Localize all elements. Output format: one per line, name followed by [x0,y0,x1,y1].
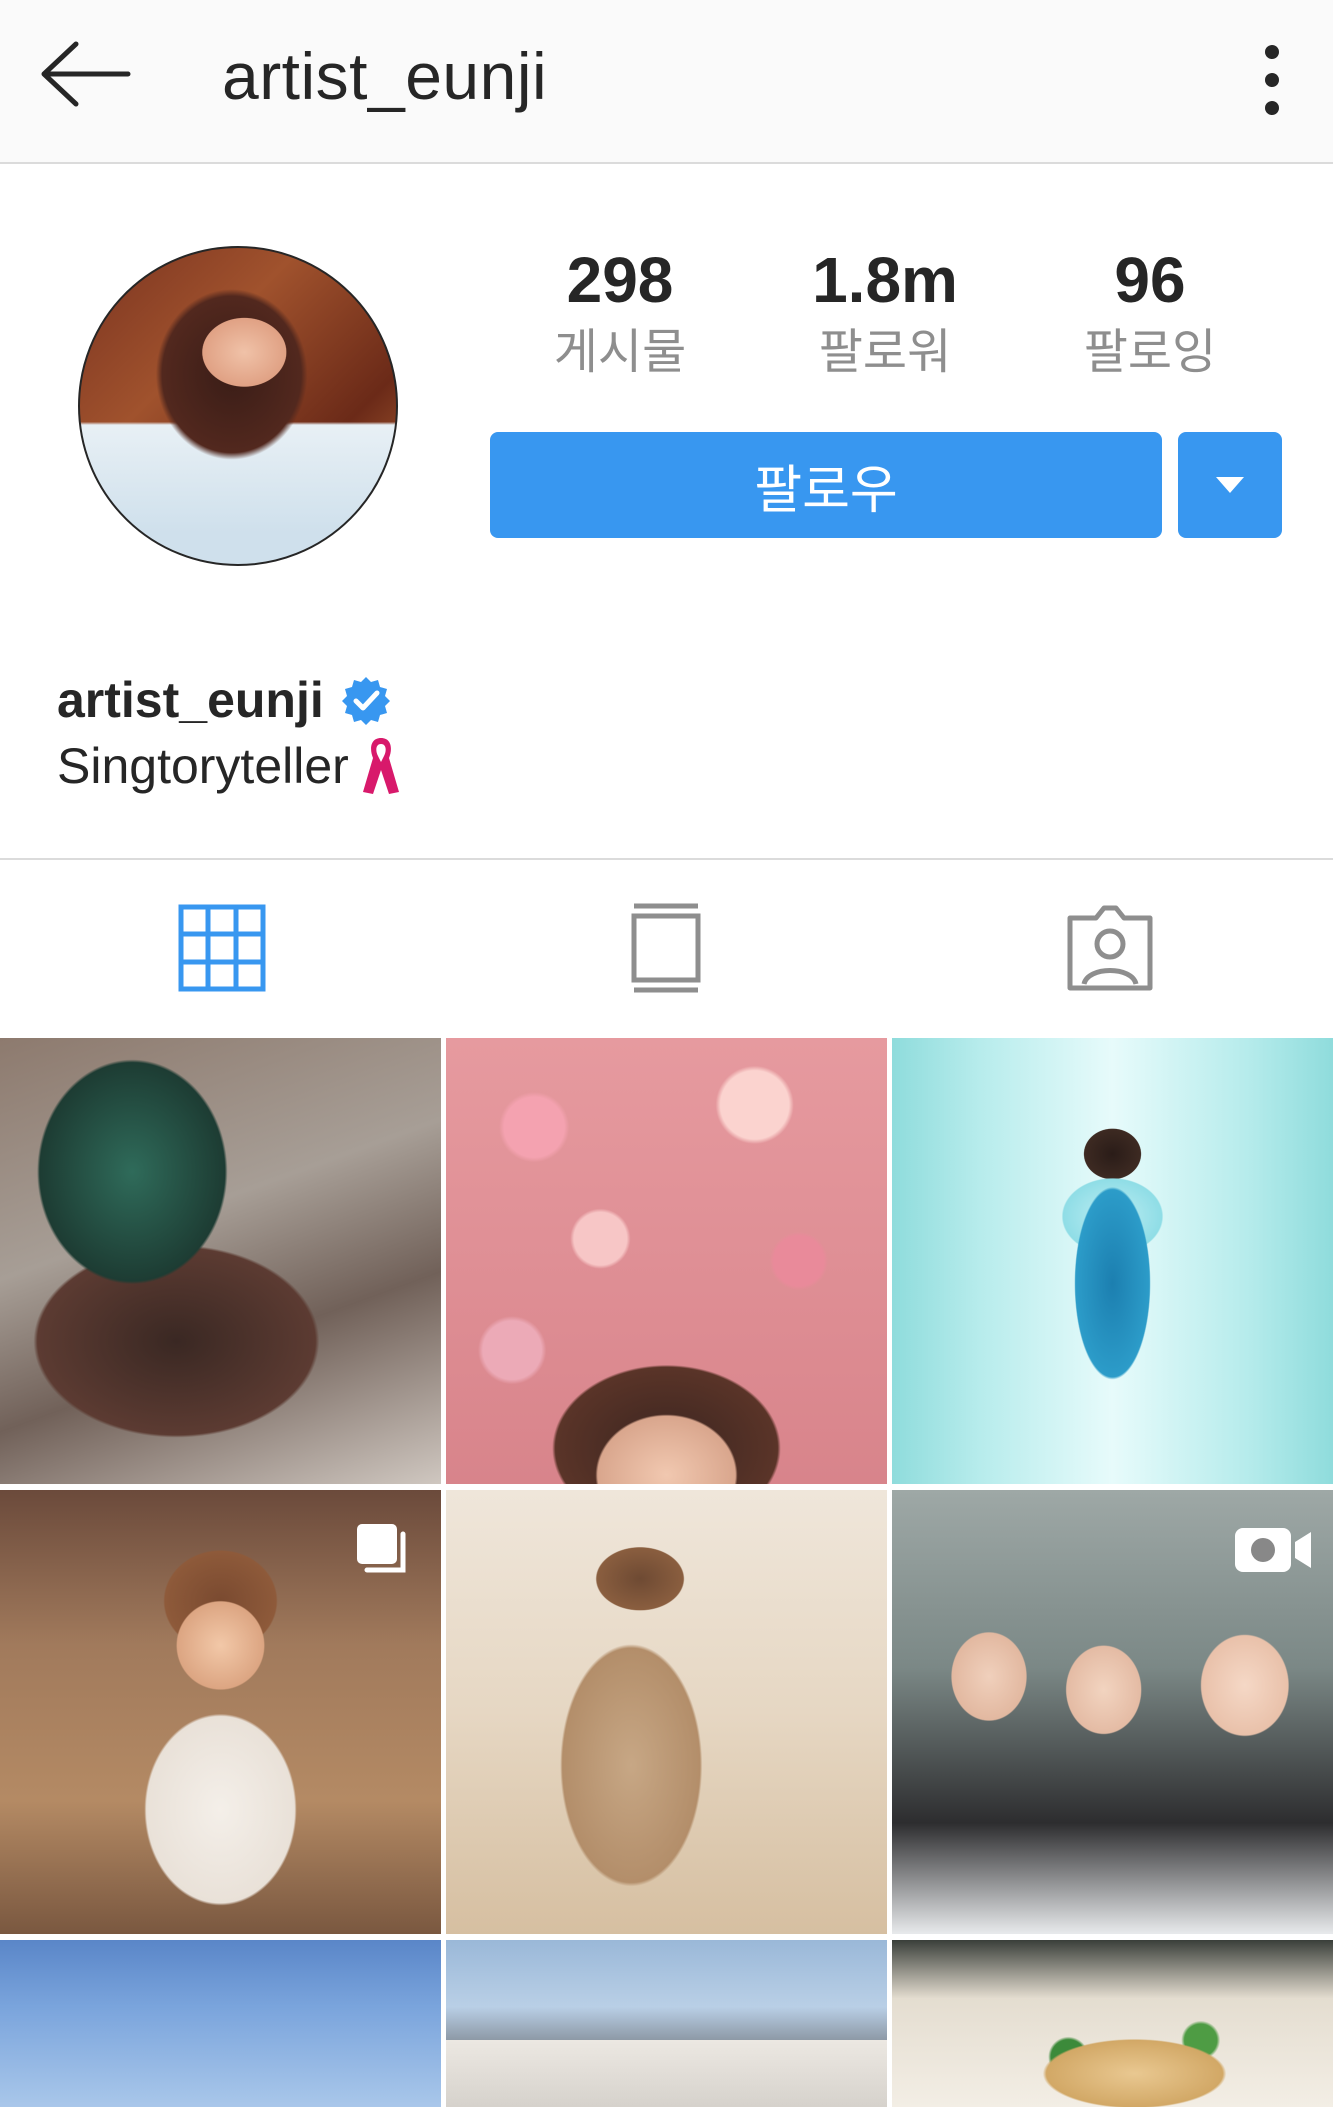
suggested-accounts-button[interactable] [1178,432,1282,538]
stat-followers-value: 1.8m [812,244,958,316]
page-title: artist_eunji [222,39,548,113]
profile-tabs [0,862,1333,1034]
back-button[interactable] [36,30,136,120]
stat-following-value: 96 [1114,244,1186,316]
post-tile[interactable] [892,1490,1333,1934]
profile-bio-row: Singtoryteller [57,730,405,802]
pink-ribbon-icon [362,738,399,794]
post-tile[interactable] [0,1038,441,1484]
post-tile[interactable] [446,1490,887,1934]
post-tile[interactable] [892,1038,1333,1484]
stat-followers[interactable]: 1.8m 팔로워 [755,240,1015,386]
more-vertical-icon [1265,45,1279,115]
section-divider [0,858,1333,860]
tab-grid[interactable] [0,862,444,1034]
profile-name-row: artist_eunji [57,664,392,736]
profile-username: artist_eunji [57,672,324,728]
caret-down-icon [1216,477,1244,493]
post-tile[interactable] [446,1038,887,1484]
tab-tagged[interactable] [888,862,1332,1034]
tab-feed[interactable] [444,862,888,1034]
top-app-bar: artist_eunji [0,0,1333,164]
stat-following-label: 팔로잉 [1083,326,1217,379]
tagged-user-icon [1067,905,1153,991]
follow-button[interactable]: 팔로우 [490,432,1162,538]
profile-stats: 298 게시물 1.8m 팔로워 96 팔로잉 [490,240,1280,410]
stat-posts-label: 게시물 [553,326,687,379]
carousel-icon [357,1524,406,1573]
back-arrow-icon [41,41,131,107]
profile-avatar[interactable] [78,246,398,566]
stat-posts-value: 298 [566,244,674,316]
post-tile[interactable] [0,1940,441,2107]
single-post-icon [631,903,701,993]
verified-badge-icon [341,677,390,725]
profile-bio: Singtoryteller [57,738,349,794]
stat-following[interactable]: 96 팔로잉 [1020,240,1280,386]
stat-followers-label: 팔로워 [818,326,952,379]
video-icon [1235,1528,1311,1572]
post-tile[interactable] [446,1940,887,2107]
post-tile[interactable] [0,1490,441,1934]
grid-icon [178,904,266,992]
more-options-button[interactable] [1240,36,1300,126]
stat-posts[interactable]: 298 게시물 [490,240,750,386]
post-tile[interactable] [892,1940,1333,2107]
